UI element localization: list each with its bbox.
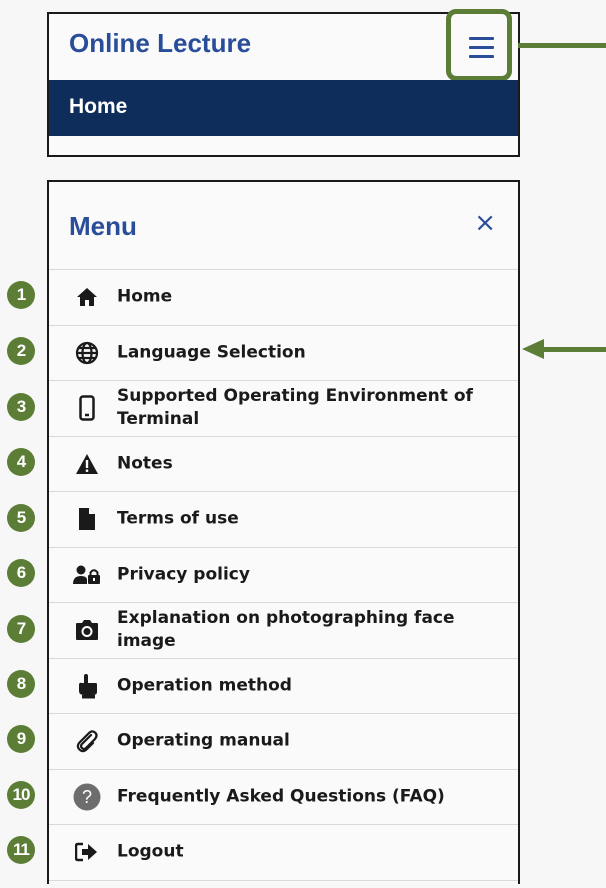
step-badge: 1 xyxy=(7,281,35,309)
globe-icon xyxy=(73,339,101,367)
menu-item-logout[interactable]: Logout xyxy=(49,824,518,880)
menu-item-label: Language Selection xyxy=(117,342,306,363)
menu-item-privacy-policy[interactable]: Privacy policy xyxy=(49,546,518,603)
menu-item-label: Supported Operating Environment of Termi… xyxy=(117,386,473,430)
svg-text:?: ? xyxy=(82,787,92,807)
camera-icon xyxy=(73,616,101,644)
annotation-arrow-line xyxy=(518,43,606,48)
hamburger-menu-icon[interactable] xyxy=(469,37,494,64)
menu-item-label: Operating manual xyxy=(117,730,290,751)
breadcrumb-bar: Home xyxy=(49,80,518,136)
menu-item-operation-method[interactable]: Operation method xyxy=(49,657,518,714)
step-badge: 3 xyxy=(7,393,35,421)
annotation-arrow-line xyxy=(540,347,606,352)
step-badge: 4 xyxy=(7,448,35,476)
user-lock-icon xyxy=(73,561,101,589)
step-badge: 6 xyxy=(7,559,35,587)
menu-list: Home Language Selection Supported Operat… xyxy=(49,269,518,888)
menu-item-label: Frequently Asked Questions (FAQ) xyxy=(117,786,445,807)
menu-title: Menu xyxy=(69,211,137,241)
step-badge: 5 xyxy=(7,504,35,532)
home-icon xyxy=(73,283,101,311)
app-title: Online Lecture xyxy=(69,28,252,58)
menu-item-label: Home xyxy=(117,286,173,307)
menu-item-operating-manual[interactable]: Operating manual xyxy=(49,713,518,769)
menu-item-supported-environment[interactable]: Supported Operating Environment of Termi… xyxy=(49,380,518,436)
menu-item-label: Explanation on photographing face image xyxy=(117,608,455,652)
app-header: Online Lecture Home xyxy=(47,9,520,157)
menu-drawer: Menu × Home Language Selection Supported… xyxy=(47,180,520,884)
hamburger-highlight[interactable] xyxy=(446,9,512,81)
menu-item-label: Terms of use xyxy=(117,508,239,529)
step-badge: 9 xyxy=(7,725,35,753)
annotation-arrow-head xyxy=(522,339,544,359)
paperclip-icon xyxy=(73,727,101,755)
document-icon xyxy=(73,505,101,533)
step-badge: 7 xyxy=(7,615,35,643)
menu-item-terms-of-use[interactable]: Terms of use xyxy=(49,491,518,547)
question-icon: ? xyxy=(73,783,101,811)
logout-icon xyxy=(73,838,101,866)
step-badge: 10 xyxy=(7,781,35,809)
menu-item-label: Notes xyxy=(117,453,173,474)
menu-item-face-image-explanation[interactable]: Explanation on photographing face image xyxy=(49,602,518,658)
menu-item-faq[interactable]: ? Frequently Asked Questions (FAQ) xyxy=(49,768,518,825)
step-badge: 8 xyxy=(7,670,35,698)
breadcrumb-home: Home xyxy=(69,95,128,118)
menu-item-notes[interactable]: Notes xyxy=(49,435,518,492)
warning-icon xyxy=(73,450,101,478)
menu-item-language-selection[interactable]: Language Selection xyxy=(49,324,518,381)
smartphone-icon xyxy=(73,394,101,422)
step-badge: 2 xyxy=(7,337,35,365)
menu-item-label: Privacy policy xyxy=(117,564,250,585)
menu-item-home[interactable]: Home xyxy=(49,269,518,325)
close-icon[interactable]: × xyxy=(474,210,496,236)
menu-item-label: Operation method xyxy=(117,675,292,696)
step-badge: 11 xyxy=(7,836,35,864)
menu-item-label: Logout xyxy=(117,841,184,862)
pointing-hand-icon xyxy=(73,672,101,700)
